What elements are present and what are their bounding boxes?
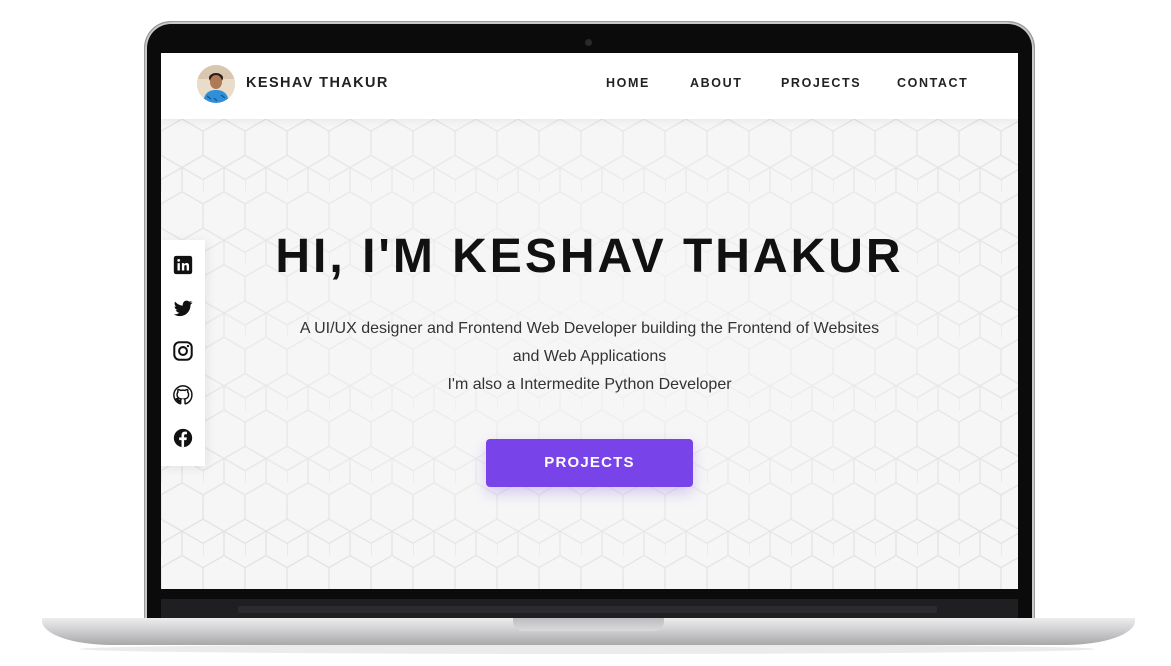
- nav-link-about[interactable]: ABOUT: [690, 76, 742, 90]
- hero-description-line-2: and Web Applications: [512, 348, 667, 365]
- brand-name[interactable]: KESHAV THAKUR: [246, 75, 389, 91]
- twitter-icon[interactable]: [172, 297, 194, 319]
- nav-link-contact[interactable]: CONTACT: [897, 76, 968, 90]
- hero-description-line-3: I'm also a Intermedite Python Developer: [447, 376, 732, 393]
- top-navbar: KESHAV THAKUR HOME ABOUT PROJECTS CONTAC…: [161, 53, 1018, 119]
- hero-description-line-1: A UI/UX designer and Frontend Web Develo…: [299, 320, 880, 337]
- avatar-image: [197, 65, 235, 103]
- camera-dot: [585, 39, 592, 46]
- laptop-shadow: [80, 644, 1095, 654]
- hero-title: HI, I'M KESHAV THAKUR: [275, 230, 904, 283]
- laptop-opening-notch: [513, 618, 664, 631]
- projects-button[interactable]: PROJECTS: [486, 439, 693, 487]
- nav-link-home[interactable]: HOME: [606, 76, 650, 90]
- laptop-hinge: [238, 606, 937, 613]
- facebook-icon[interactable]: [172, 427, 194, 449]
- nav-link-projects[interactable]: PROJECTS: [781, 76, 861, 90]
- browser-viewport: KESHAV THAKUR HOME ABOUT PROJECTS CONTAC…: [161, 53, 1018, 589]
- avatar[interactable]: [197, 65, 235, 103]
